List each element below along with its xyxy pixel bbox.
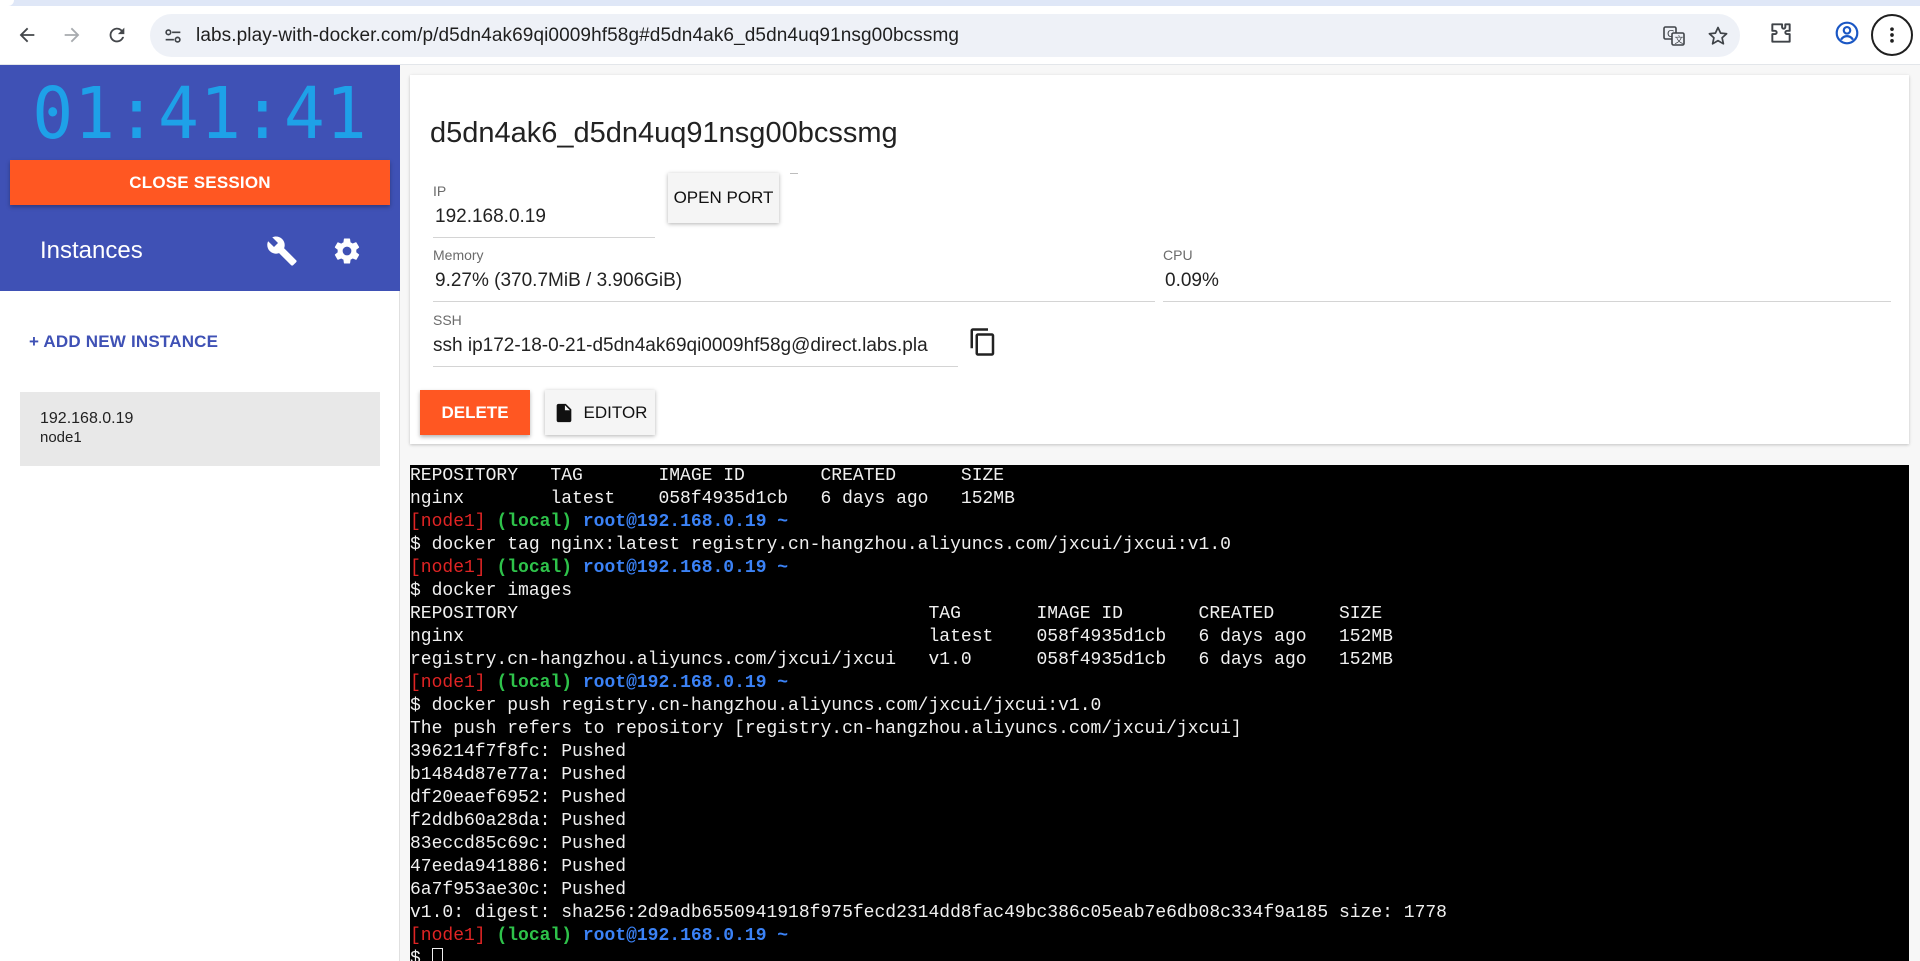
tab-strip [0,0,1920,6]
prompt-root: root@192.168.0.19 ~ [582,558,789,578]
memory-value[interactable]: 9.27% (370.7MiB / 3.906GiB) [435,270,1135,292]
cpu-underline [1163,301,1891,302]
close-session-button[interactable]: CLOSE SESSION [10,160,390,205]
active-tab-edge[interactable] [0,0,14,6]
prompt-local: (local) [496,558,573,578]
terminal-line: f2ddb60a28da: Pushed [410,811,627,831]
terminal-input-line[interactable]: $ [410,948,1909,961]
prompt-root: root@192.168.0.19 ~ [582,512,789,532]
terminal-prompt: [node1] (local) root@192.168.0.19 ~ [410,672,1909,695]
more-vertical-icon [1890,27,1894,43]
reload-button[interactable] [100,18,134,52]
prompt-node: [node1] [410,558,486,578]
terminal-prompt: [node1] (local) root@192.168.0.19 ~ [410,511,1909,534]
add-new-instance-button[interactable]: + ADD NEW INSTANCE [29,332,218,352]
prompt-local: (local) [496,673,573,693]
ssh-label: SSH [433,312,462,328]
session-timer: 01:41:41 [32,73,368,156]
terminal-line: v1.0: digest: sha256:2d9adb6550941918f97… [410,903,1447,923]
forward-button[interactable] [55,18,89,52]
arrow-right-icon [64,27,80,43]
terminal-line: nginx latest 058f4935d1cb 6 days ago 152… [410,627,1393,647]
terminal-line: 83eccd85c69c: Pushed [410,834,627,854]
terminal-line: 396214f7f8fc: Pushed [410,742,627,762]
prompt-node: [node1] [410,926,486,946]
memory-label: Memory [433,247,484,263]
file-icon [556,403,571,422]
cpu-label: CPU [1163,247,1193,263]
instance-ip: 192.168.0.19 [40,410,134,427]
terminal-line: $ docker images [410,581,573,601]
instances-heading: Instances [40,237,143,264]
copy-icon[interactable] [968,326,998,358]
main-panel: d5dn4ak6_d5dn4uq91nsg00bcssmg IP 192.168… [400,65,1920,961]
bookmark-star-icon[interactable] [1706,24,1730,48]
terminal-cursor [431,948,443,961]
svg-text:文: 文 [1675,34,1684,46]
prompt-node: [node1] [410,673,486,693]
editor-button[interactable]: EDITOR [545,390,655,435]
address-bar[interactable]: labs.play-with-docker.com/p/d5dn4ak69qi0… [150,14,1740,57]
divider [790,173,798,174]
terminal-line: REPOSITORY TAG IMAGE ID CREATED SIZE [410,466,1005,486]
terminal-line: 6a7f953ae30c: Pushed [410,880,627,900]
prompt-root: root@192.168.0.19 ~ [582,926,789,946]
session-header: 01:41:41 CLOSE SESSION Instances [0,65,400,291]
extensions-puzzle-icon[interactable] [1768,20,1794,46]
terminal-line: $ docker push registry.cn-hangzhou.aliyu… [410,696,1102,716]
arrow-left-icon [19,27,35,43]
memory-underline [433,301,1155,302]
wrench-icon[interactable] [266,235,298,267]
cpu-value[interactable]: 0.09% [1165,270,1865,292]
sidebar: 01:41:41 CLOSE SESSION Instances + ADD N… [0,65,400,961]
terminal-line: df20eaef6952: Pushed [410,788,627,808]
site-settings-icon[interactable] [162,25,184,47]
ssh-value[interactable]: ssh ip172-18-0-21-d5dn4ak69qi0009hf58g@d… [433,335,958,357]
terminal-line: nginx latest 058f4935d1cb 6 days ago 152… [410,489,1015,509]
delete-button[interactable]: DELETE [420,390,530,435]
terminal-line: registry.cn-hangzhou.aliyuncs.com/jxcui/… [410,650,1393,670]
browser-menu-button[interactable] [1871,14,1913,56]
browser-toolbar: labs.play-with-docker.com/p/d5dn4ak69qi0… [0,0,1920,65]
ip-value[interactable]: 192.168.0.19 [435,206,655,228]
terminal-line: $ docker tag nginx:latest registry.cn-ha… [410,535,1231,555]
prompt-root: root@192.168.0.19 ~ [582,673,789,693]
translate-icon[interactable]: G文 [1662,24,1686,48]
terminal-line: b1484d87e77a: Pushed [410,765,627,785]
ip-underline [433,237,655,238]
prompt-local: (local) [496,926,573,946]
ip-label: IP [433,183,447,199]
back-button[interactable] [10,18,44,52]
terminal-line: The push refers to repository [registry.… [410,719,1242,739]
profile-icon[interactable] [1834,20,1860,46]
terminal-line: REPOSITORY TAG IMAGE ID CREATED SIZE [410,604,1383,624]
url-text[interactable]: labs.play-with-docker.com/p/d5dn4ak69qi0… [196,25,959,47]
input-prompt: $ [410,949,432,961]
gear-icon[interactable] [332,236,362,266]
editor-label: EDITOR [583,402,648,422]
open-port-button[interactable]: OPEN PORT [668,173,779,223]
reload-icon [109,27,125,43]
instance-list-item[interactable]: 192.168.0.19 node1 [20,392,380,466]
terminal[interactable]: REPOSITORY TAG IMAGE ID CREATED SIZE ngi… [410,465,1909,961]
instance-title: d5dn4ak6_d5dn4uq91nsg00bcssmg [430,117,898,149]
instance-details-card: d5dn4ak6_d5dn4uq91nsg00bcssmg IP 192.168… [410,75,1909,444]
terminal-prompt: [node1] (local) root@192.168.0.19 ~ [410,925,1909,948]
prompt-node: [node1] [410,512,486,532]
terminal-prompt: [node1] (local) root@192.168.0.19 ~ [410,557,1909,580]
instance-name: node1 [40,429,82,446]
prompt-local: (local) [496,512,573,532]
ssh-underline [433,366,958,367]
terminal-line: 47eeda941886: Pushed [410,857,627,877]
